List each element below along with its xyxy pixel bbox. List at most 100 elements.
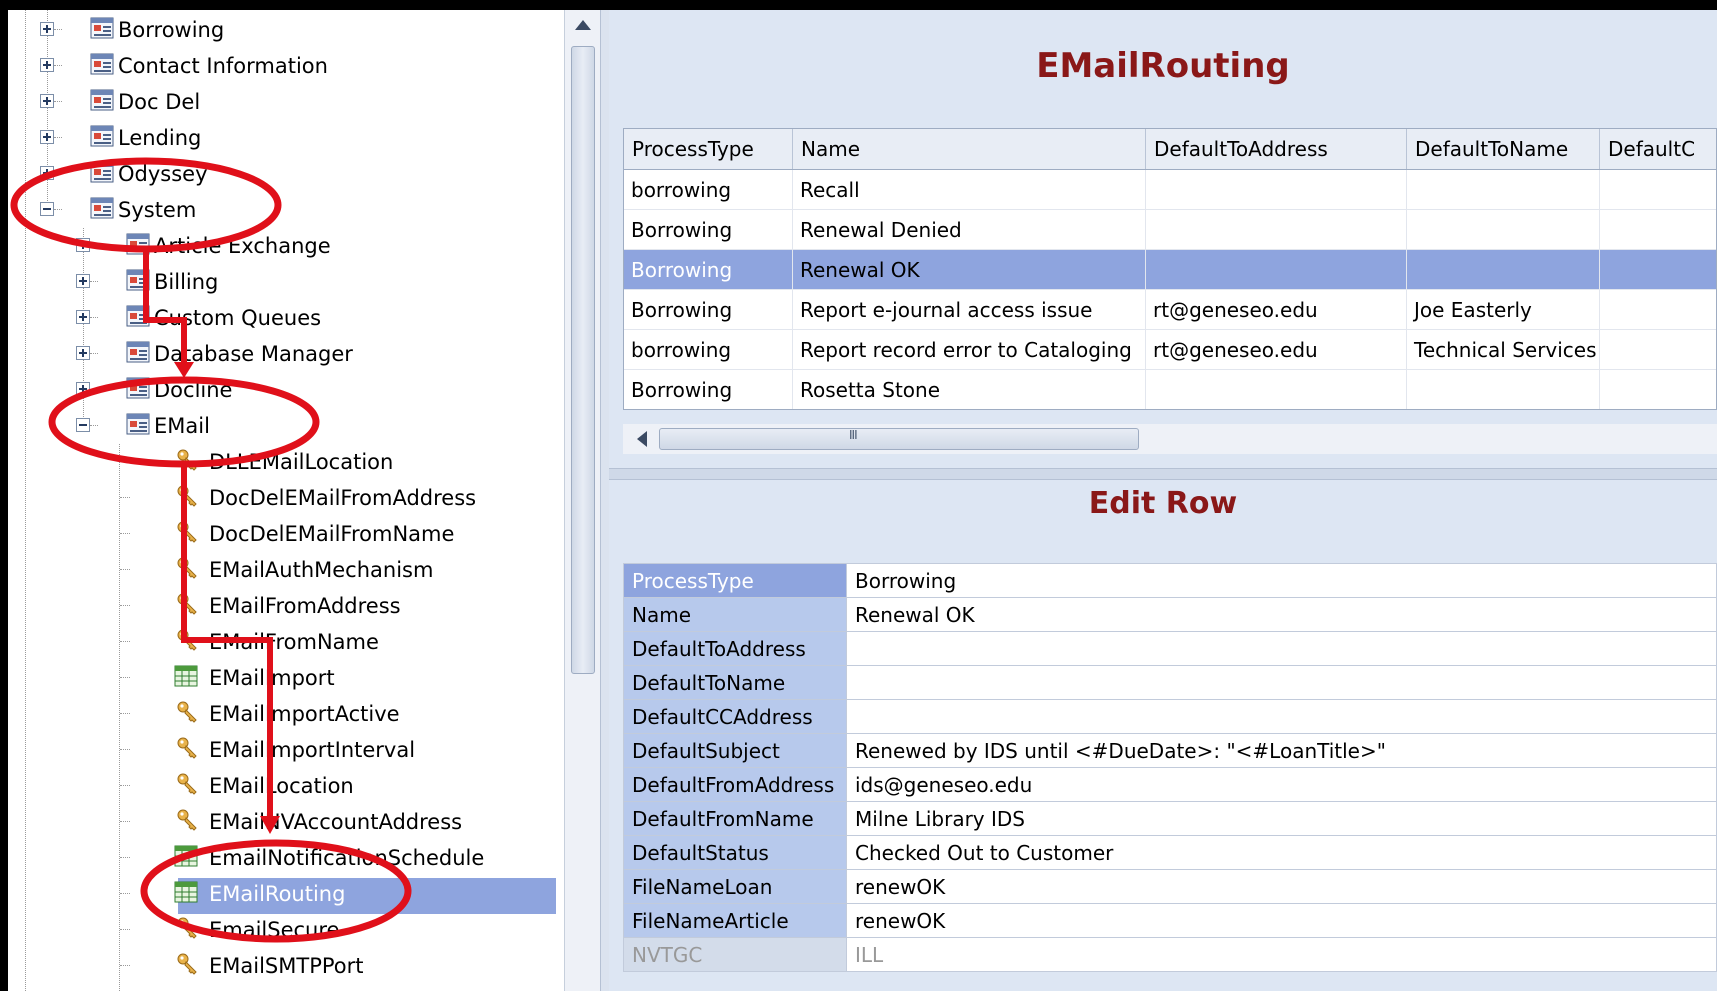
- edit-field-row[interactable]: DefaultToName: [623, 665, 1717, 700]
- field-value-input[interactable]: renewOK: [846, 903, 1717, 938]
- table-cell[interactable]: rt@geneseo.edu: [1145, 289, 1407, 330]
- table-row[interactable]: borrowing Recall: [624, 169, 1716, 210]
- table-cell[interactable]: [1599, 329, 1716, 370]
- expand-icon[interactable]: [76, 274, 90, 288]
- expand-icon[interactable]: [40, 94, 54, 108]
- tree-node-contact-information[interactable]: Contact Information: [8, 48, 564, 84]
- field-value-input[interactable]: [846, 665, 1717, 700]
- edit-field-row[interactable]: DefaultStatus Checked Out to Customer: [623, 835, 1717, 870]
- tree-node-odyssey[interactable]: Odyssey: [8, 156, 564, 192]
- table-cell[interactable]: [1145, 209, 1407, 250]
- field-value-input[interactable]: ids@geneseo.edu: [846, 767, 1717, 802]
- tree-node-database-manager[interactable]: Database Manager: [8, 336, 564, 372]
- expand-icon[interactable]: [76, 310, 90, 324]
- expand-icon[interactable]: [40, 166, 54, 180]
- scroll-thumb[interactable]: [571, 46, 595, 674]
- field-value-input[interactable]: Renewed by IDS until <#DueDate>: "<#Loan…: [846, 733, 1717, 768]
- routing-grid[interactable]: ProcessType Name DefaultToAddress DefaultTo…: [623, 128, 1717, 410]
- table-cell[interactable]: [1599, 289, 1716, 330]
- tree-node-emailimportactive[interactable]: EMailImportActive: [8, 696, 564, 732]
- field-value-input[interactable]: Checked Out to Customer: [846, 835, 1717, 870]
- expand-icon[interactable]: [40, 130, 54, 144]
- tree-node-emailauthmechanism[interactable]: EMailAuthMechanism: [8, 552, 564, 588]
- horizontal-splitter[interactable]: [609, 468, 1717, 480]
- tree-node-docdelemailfromname[interactable]: DocDelEMailFromName: [8, 516, 564, 552]
- table-cell[interactable]: [1599, 249, 1716, 290]
- tree-node-article-exchange[interactable]: Article Exchange: [8, 228, 564, 264]
- edit-field-row[interactable]: NVTGC ILL: [623, 937, 1717, 972]
- table-cell[interactable]: [1145, 169, 1407, 210]
- expand-icon[interactable]: [76, 346, 90, 360]
- table-cell[interactable]: Renewal Denied: [792, 209, 1146, 250]
- edit-field-row[interactable]: ProcessType Borrowing: [623, 563, 1717, 598]
- tree-node-billing[interactable]: Billing: [8, 264, 564, 300]
- edit-field-row[interactable]: DefaultFromAddress ids@geneseo.edu: [623, 767, 1717, 802]
- table-cell[interactable]: rt@geneseo.edu: [1145, 329, 1407, 370]
- field-value-input[interactable]: [846, 699, 1717, 734]
- table-cell[interactable]: [1599, 169, 1716, 210]
- expand-icon[interactable]: [40, 22, 54, 36]
- table-cell[interactable]: Renewal OK: [792, 249, 1146, 290]
- field-value-input[interactable]: ILL: [846, 937, 1717, 972]
- tree-node-emailsecure[interactable]: EmailSecure: [8, 912, 564, 948]
- column-header[interactable]: Name: [792, 129, 1146, 170]
- column-header[interactable]: DefaultToName: [1406, 129, 1600, 170]
- edit-field-row[interactable]: FileNameLoan renewOK: [623, 869, 1717, 904]
- table-cell[interactable]: Borrowing: [624, 369, 793, 409]
- table-cell[interactable]: [1599, 369, 1716, 409]
- table-cell[interactable]: Recall: [792, 169, 1146, 210]
- table-cell[interactable]: Borrowing: [624, 289, 793, 330]
- field-value-input[interactable]: Renewal OK: [846, 597, 1717, 632]
- expand-icon[interactable]: [40, 58, 54, 72]
- table-cell[interactable]: Rosetta Stone: [792, 369, 1146, 409]
- table-cell[interactable]: [1145, 369, 1407, 409]
- grid-horizontal-scrollbar[interactable]: III: [623, 424, 1717, 454]
- tree-node-system[interactable]: System: [8, 192, 564, 228]
- tree-node-emailimport[interactable]: EMailImport: [8, 660, 564, 696]
- edit-field-row[interactable]: DefaultSubject Renewed by IDS until <#Due…: [623, 733, 1717, 768]
- table-row[interactable]: Borrowing Renewal OK: [624, 249, 1716, 290]
- scroll-left-arrow-icon[interactable]: [637, 431, 647, 447]
- table-row[interactable]: Borrowing Renewal Denied: [624, 209, 1716, 250]
- tree-node-email[interactable]: EMail: [8, 408, 564, 444]
- collapse-icon[interactable]: [40, 202, 54, 216]
- tree-node-docdelemailfromaddress[interactable]: DocDelEMailFromAddress: [8, 480, 564, 516]
- edit-field-row[interactable]: DefaultCCAddress: [623, 699, 1717, 734]
- tree-node-emailfromname[interactable]: EMailFromName: [8, 624, 564, 660]
- tree-node-custom-queues[interactable]: Custom Queues: [8, 300, 564, 336]
- table-row[interactable]: Borrowing Rosetta Stone: [624, 369, 1716, 409]
- expand-icon[interactable]: [76, 382, 90, 396]
- tree-node-emailfromaddress[interactable]: EMailFromAddress: [8, 588, 564, 624]
- column-header[interactable]: DefaultC: [1599, 129, 1716, 170]
- edit-field-row[interactable]: DefaultFromName Milne Library IDS: [623, 801, 1717, 836]
- table-cell[interactable]: Borrowing: [624, 249, 793, 290]
- field-value-input[interactable]: Borrowing: [846, 563, 1717, 598]
- tree-node-emailnotificationschedule[interactable]: EmailNotificationSchedule: [8, 840, 564, 876]
- table-cell[interactable]: Report record error to Cataloging: [792, 329, 1146, 370]
- edit-field-row[interactable]: FileNameArticle renewOK: [623, 903, 1717, 938]
- table-cell[interactable]: [1406, 169, 1600, 210]
- tree-node-emailsmtpport[interactable]: EMailSMTPPort: [8, 948, 564, 984]
- column-header[interactable]: DefaultToAddress: [1145, 129, 1407, 170]
- collapse-icon[interactable]: [76, 418, 90, 432]
- tree-node-lending[interactable]: Lending: [8, 120, 564, 156]
- tree-node-emaillocation[interactable]: EMailLocation: [8, 768, 564, 804]
- edit-field-row[interactable]: Name Renewal OK: [623, 597, 1717, 632]
- table-cell[interactable]: [1406, 369, 1600, 409]
- table-cell[interactable]: borrowing: [624, 329, 793, 370]
- tree-node-borrowing[interactable]: Borrowing: [8, 12, 564, 48]
- table-cell[interactable]: [1406, 249, 1600, 290]
- tree-node-docline[interactable]: Docline: [8, 372, 564, 408]
- table-cell[interactable]: Borrowing: [624, 209, 793, 250]
- column-header[interactable]: ProcessType: [624, 129, 793, 170]
- edit-field-row[interactable]: DefaultToAddress: [623, 631, 1717, 666]
- tree-node-emailnvaccountaddress[interactable]: EMailNVAccountAddress: [8, 804, 564, 840]
- tree-node-doc-del[interactable]: Doc Del: [8, 84, 564, 120]
- h-scroll-thumb[interactable]: [659, 428, 1139, 450]
- field-value-input[interactable]: renewOK: [846, 869, 1717, 904]
- table-cell[interactable]: Technical Services: [1406, 329, 1600, 370]
- table-cell[interactable]: [1145, 249, 1407, 290]
- expand-icon[interactable]: [76, 238, 90, 252]
- table-cell[interactable]: [1406, 209, 1600, 250]
- table-row[interactable]: Borrowing Report e-journal access issue rt…: [624, 289, 1716, 330]
